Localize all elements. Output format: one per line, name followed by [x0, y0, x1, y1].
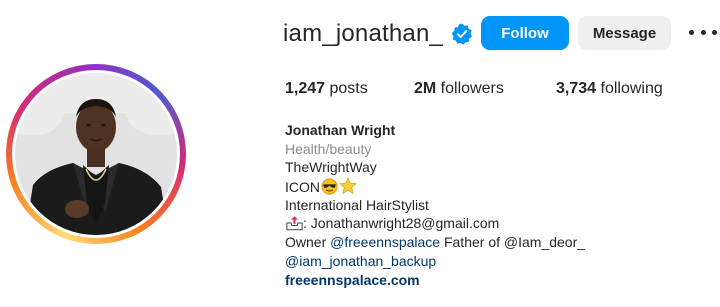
message-button[interactable]: Message — [578, 16, 671, 50]
dot — [712, 29, 717, 35]
followers-stat[interactable]: 2M followers — [414, 80, 504, 98]
verified-badge-icon — [451, 23, 472, 45]
bio-line: TheWrightWay — [285, 159, 377, 176]
father-prefix: Father of — [440, 234, 504, 251]
bio-line-occupation: International HairStylist — [285, 196, 429, 213]
sunglasses-face-icon — [321, 178, 338, 195]
username-row: iam_jonathan_ — [283, 10, 473, 58]
backup-mention-link[interactable]: @iam_jonathan_backup — [285, 253, 436, 269]
outbox-tray-icon — [286, 216, 303, 231]
bio-owner-line: Owner @freeennspalace Father of @Iam_deo… — [285, 233, 715, 252]
avatar[interactable] — [15, 73, 177, 235]
owner-mention-link[interactable]: @freeennspalace — [330, 234, 440, 250]
dot — [700, 29, 706, 35]
followers-count: 2M — [414, 80, 437, 97]
dot — [689, 29, 694, 35]
bio-backup-line: @iam_jonathan_backup — [285, 252, 715, 271]
avatar-portrait-image — [15, 73, 177, 235]
bio-icon-text: ICON — [285, 179, 320, 196]
bio-line-icon: ICON — [285, 177, 715, 196]
full-name: Jonathan Wright — [285, 122, 396, 138]
story-ring[interactable] — [6, 64, 186, 244]
star-icon — [339, 177, 357, 195]
profile-bio: Jonathan Wright Health/beauty TheWrightW… — [285, 121, 715, 289]
bio-email: : Jonathanwright28@gmail.com — [303, 215, 500, 232]
avatar-frame — [12, 70, 180, 238]
follow-button[interactable]: Follow — [481, 16, 569, 50]
followers-label: followers — [436, 80, 504, 97]
profile-username: iam_jonathan_ — [283, 20, 444, 47]
owner-prefix: Owner — [285, 234, 331, 251]
bio-website-line: freeennspalace.com — [285, 271, 715, 290]
website-link[interactable]: freeennspalace.com — [285, 272, 420, 288]
following-count: 3,734 — [556, 80, 597, 97]
following-stat[interactable]: 3,734 following — [556, 80, 663, 98]
following-label: following — [596, 80, 663, 97]
bio-email-line: : Jonathanwright28@gmail.com — [285, 214, 715, 233]
profile-category: Health/beauty — [285, 140, 372, 157]
posts-count: 1,247 — [285, 80, 326, 97]
father-mention[interactable]: @Iam_deor_ — [504, 234, 585, 250]
posts-label: posts — [325, 80, 368, 97]
posts-stat: 1,247 posts — [285, 80, 368, 98]
more-options-icon[interactable] — [689, 22, 717, 42]
